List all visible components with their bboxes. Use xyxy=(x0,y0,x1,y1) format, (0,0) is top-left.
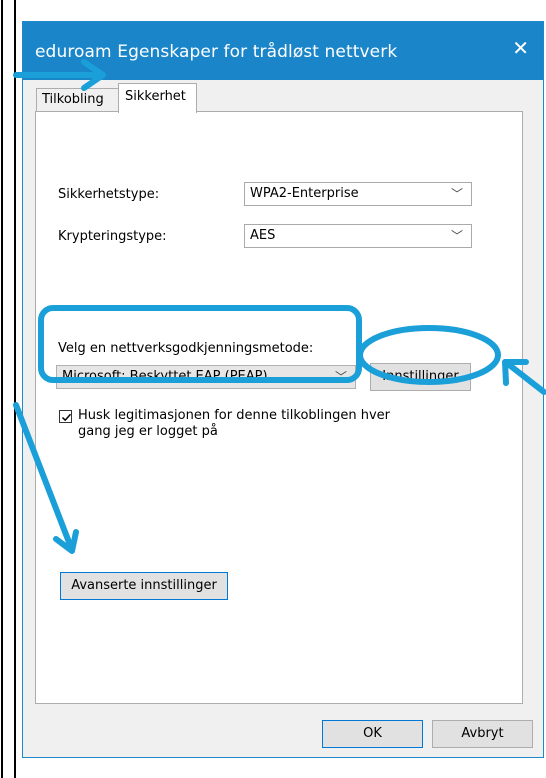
title-bar[interactable]: eduroam Egenskaper for trådløst nettverk… xyxy=(23,22,543,80)
tab-label: Sikkerhet xyxy=(125,89,186,104)
advanced-settings-label: Avanserte innstillinger xyxy=(71,578,217,593)
remember-credentials-label: Husk legitimasjonen for denne tilkobling… xyxy=(78,408,391,439)
auth-method-dropdown[interactable]: Microsoft: Beskyttet EAP (PEAP) ﹀ xyxy=(56,365,356,389)
advanced-settings-button[interactable]: Avanserte innstillinger xyxy=(60,572,228,600)
close-icon[interactable]: ✕ xyxy=(512,38,529,58)
security-type-value: WPA2-Enterprise xyxy=(250,186,359,201)
tab-tilkobling[interactable]: Tilkobling xyxy=(36,88,120,111)
tab-sikkerhet[interactable]: Sikkerhet xyxy=(118,83,197,113)
security-panel: Sikkerhetstype: WPA2-Enterprise ﹀ Krypte… xyxy=(35,111,523,704)
settings-button[interactable]: Innstillinger xyxy=(370,363,471,391)
chevron-down-icon: ﹀ xyxy=(450,229,463,243)
cancel-button[interactable]: Avbryt xyxy=(432,720,533,748)
chevron-down-icon: ﹀ xyxy=(334,370,347,384)
settings-button-label: Innstillinger xyxy=(382,369,459,384)
auth-method-value: Microsoft: Beskyttet EAP (PEAP) xyxy=(62,369,268,384)
screenshot-divider-line xyxy=(14,0,16,778)
ok-button[interactable]: OK xyxy=(322,720,423,748)
encryption-type-label: Krypteringstype: xyxy=(58,229,167,244)
checkmark-icon xyxy=(61,413,72,422)
left-border-line xyxy=(1,0,3,778)
security-type-dropdown[interactable]: WPA2-Enterprise ﹀ xyxy=(244,182,472,206)
ok-button-label: OK xyxy=(363,726,382,741)
properties-dialog: eduroam Egenskaper for trådløst nettverk… xyxy=(22,21,544,758)
security-type-label: Sikkerhetstype: xyxy=(58,187,160,202)
remember-credentials-checkbox[interactable] xyxy=(59,410,72,423)
encryption-type-value: AES xyxy=(250,228,276,243)
encryption-type-dropdown[interactable]: AES ﹀ xyxy=(244,224,472,248)
tab-label: Tilkobling xyxy=(42,92,104,107)
auth-method-label: Velg en nettverksgodkjenningsmetode: xyxy=(58,341,314,356)
chevron-down-icon: ﹀ xyxy=(450,187,463,201)
cancel-button-label: Avbryt xyxy=(461,726,504,741)
window-title: eduroam Egenskaper for trådløst nettverk xyxy=(35,42,398,62)
